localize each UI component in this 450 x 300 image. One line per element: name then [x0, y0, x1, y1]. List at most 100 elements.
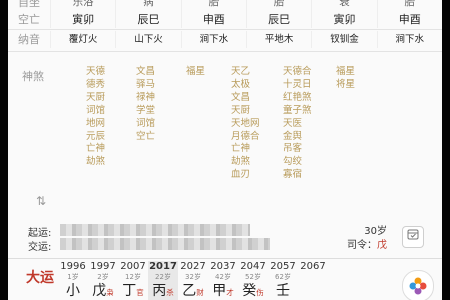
cell-nayin-4: 平地木 [245, 31, 311, 48]
cell-nayin-2: 山下火 [115, 31, 180, 48]
shensha-item[interactable]: 月德合 [231, 131, 279, 144]
shensha-item[interactable]: 天厨 [86, 92, 134, 105]
app-logo-icon[interactable] [402, 270, 434, 300]
dayun-item-2017[interactable]: 2017 22岁 丙杀 [148, 261, 178, 300]
cell-zizuo-2: 病 [115, 0, 180, 11]
run-info: 起运: 交运: 30岁 司令：戊 [8, 220, 442, 256]
shensha-item[interactable]: 文昌 [231, 92, 279, 105]
shensha-item[interactable]: 天乙 [231, 66, 279, 79]
divider [8, 51, 442, 52]
cell-zizuo-3: 胎 [180, 0, 246, 11]
row-zizuo: 自坐 乐浴 病 胎 胎 衰 胎 [8, 0, 442, 11]
siling-value: 戊 [377, 240, 387, 251]
shensha-item[interactable]: 天德 [86, 66, 134, 79]
dayun-year: 2027 [180, 261, 206, 272]
shensha-column-3: 福星 [186, 66, 234, 79]
shensha-item[interactable]: 亡神 [231, 143, 279, 156]
dayun-stem: 丁官 [118, 282, 148, 300]
shensha-item[interactable]: 劫煞 [231, 156, 279, 169]
shensha-item[interactable]: 驿马 [136, 79, 184, 92]
calendar-icon[interactable] [402, 226, 424, 248]
dayun-stem: 丙杀 [148, 282, 178, 300]
shensha-item[interactable]: 地网 [86, 118, 134, 131]
dayun-age: 22岁 [155, 273, 171, 281]
dayun-stem-char: 戊 [92, 283, 107, 299]
shensha-section: 神煞 天德 德秀 天厨 词馆 地网 元辰 亡神 劫煞 文昌 驿马 禄神 学堂 词馆 空亡 福星 天乙 太极… [8, 56, 442, 188]
cell-kongwang-2: 辰巳 [115, 11, 180, 28]
dayun-age: 62岁 [275, 273, 291, 281]
shensha-item[interactable]: 天医 [283, 118, 331, 131]
shensha-item[interactable]: 学堂 [136, 105, 184, 118]
row-label-kongwang: 空亡 [18, 13, 40, 26]
dayun-age: 52岁 [245, 273, 261, 281]
dayun-age: 32岁 [185, 273, 201, 281]
dayun-stem-char: 丁 [122, 283, 137, 299]
cell-zizuo-6: 胎 [376, 0, 442, 11]
shensha-item[interactable]: 禄神 [136, 92, 184, 105]
shensha-item[interactable]: 文昌 [136, 66, 184, 79]
cell-kongwang-6: 申酉 [376, 11, 442, 28]
cell-kongwang-3: 申酉 [180, 11, 246, 28]
pillar-attributes-table: 自坐 乐浴 病 胎 胎 衰 胎 空亡 寅卯 辰巳 申酉 辰巳 寅卯 申酉 纳音 … [8, 0, 442, 52]
shensha-item[interactable]: 福星 [186, 66, 234, 79]
qiyun-age: 30岁 [364, 226, 387, 237]
qiyun-label: 起运: [28, 228, 52, 239]
cell-nayin-6: 涧下水 [376, 31, 442, 48]
shensha-item[interactable]: 元辰 [86, 131, 134, 144]
dayun-ten-god: 官 [136, 288, 144, 297]
shensha-item[interactable]: 吊客 [283, 143, 331, 156]
shensha-item[interactable]: 太极 [231, 79, 279, 92]
dayun-item-1997[interactable]: 1997 2岁 戊枭 [88, 261, 118, 300]
dayun-item-2047[interactable]: 2047 52岁 癸伤 [238, 261, 268, 300]
dayun-stem-char: 壬 [276, 283, 290, 299]
cell-nayin-1: 覆灯火 [50, 31, 115, 48]
redacted-text [60, 238, 270, 250]
shensha-item[interactable]: 空亡 [136, 131, 184, 144]
cell-nayin-5: 钗钏金 [311, 31, 376, 48]
dayun-item-2007[interactable]: 2007 12岁 丁官 [118, 261, 148, 300]
shensha-column-4: 天乙 太极 文昌 天厨 天地网 月德合 亡神 劫煞 血刃 [231, 66, 279, 182]
shensha-item[interactable]: 亡神 [86, 143, 134, 156]
shensha-item[interactable]: 将星 [336, 79, 384, 92]
shensha-item[interactable]: 寡宿 [283, 169, 331, 182]
dayun-stem: 戊枭 [88, 282, 118, 300]
divider [8, 29, 442, 30]
dayun-ten-god: 财 [196, 288, 204, 297]
row-nayin: 纳音 覆灯火 山下火 涧下水 平地木 钗钏金 涧下水 [8, 31, 442, 48]
cell-kongwang-1: 寅卯 [50, 11, 115, 28]
flower-icon [409, 277, 427, 295]
shensha-item[interactable]: 词馆 [136, 118, 184, 131]
dayun-item-1996[interactable]: 1996 1岁小 [58, 261, 88, 300]
cell-zizuo-4: 胎 [245, 0, 311, 11]
shensha-item[interactable]: 天厨 [231, 105, 279, 118]
dayun-stem: 乙财 [178, 282, 208, 300]
shensha-item[interactable]: 血刃 [231, 169, 279, 182]
dayun-item-2057[interactable]: 2057 62岁壬 [268, 261, 298, 300]
dayun-year: 2047 [240, 261, 266, 272]
row-label-nayin: 纳音 [18, 33, 40, 46]
cell-kongwang-5: 寅卯 [311, 11, 376, 28]
dayun-item-2027[interactable]: 2027 32岁 乙财 [178, 261, 208, 300]
shensha-item[interactable]: 福星 [336, 66, 384, 79]
shensha-item[interactable]: 劫煞 [86, 156, 134, 169]
dayun-year: 2017 [149, 261, 177, 272]
shensha-item[interactable]: 童子煞 [283, 105, 331, 118]
shensha-item[interactable]: 词馆 [86, 105, 134, 118]
dayun-stem: 壬 [268, 282, 298, 300]
dayun-year: 1996 [60, 261, 86, 272]
dayun-item-2037[interactable]: 2037 42岁 甲才 [208, 261, 238, 300]
shensha-item[interactable]: 德秀 [86, 79, 134, 92]
shensha-label: 神煞 [22, 70, 44, 83]
dayun-label-text: 大运 [26, 270, 54, 286]
swap-order-icon[interactable]: ⇅ [36, 194, 46, 208]
dayun-ten-god: 伤 [256, 288, 264, 297]
shensha-item[interactable]: 天德合 [283, 66, 331, 79]
shensha-item[interactable]: 十灵日 [283, 79, 331, 92]
shensha-item[interactable]: 勾绞 [283, 156, 331, 169]
dayun-year: 2057 [270, 261, 296, 272]
shensha-item[interactable]: 金舆 [283, 131, 331, 144]
dayun-item-2067[interactable]: 2067 [298, 261, 328, 273]
shensha-item[interactable]: 红艳煞 [283, 92, 331, 105]
shensha-item[interactable]: 天地网 [231, 118, 279, 131]
dayun-age: 1岁 [67, 273, 79, 281]
